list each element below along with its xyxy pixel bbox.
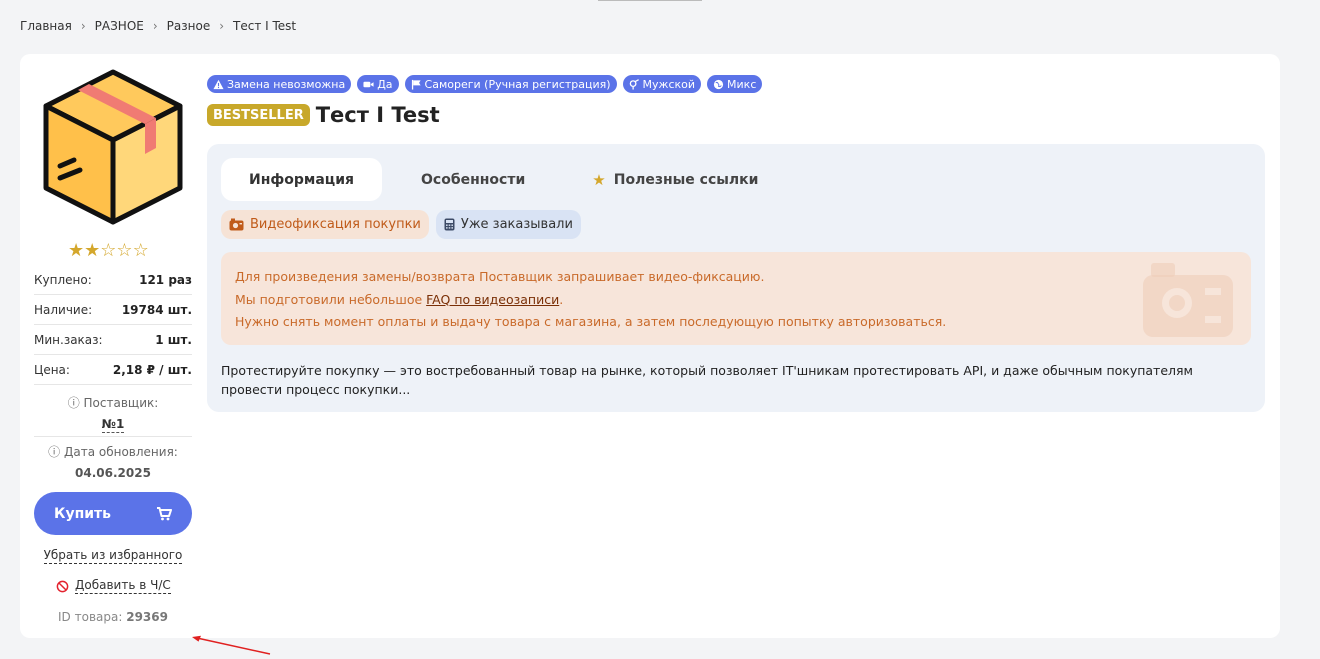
info-panel: Информация Особенности ★ Полезные ссылки…	[207, 144, 1265, 412]
ban-icon	[56, 580, 69, 592]
box-icon	[43, 69, 183, 225]
chevron-right-icon: ›	[219, 19, 225, 33]
product-title: Тест I Test	[315, 103, 440, 127]
remove-favorite-label: Убрать из избранного	[43, 548, 183, 564]
stat-label: Куплено:	[34, 272, 92, 287]
chevron-right-icon: ›	[152, 19, 158, 33]
star-filled-icon: ★	[68, 240, 85, 261]
badge-label: Мужской	[642, 77, 696, 91]
product-id-value: 29369	[126, 610, 168, 624]
badge-registration: Самореги (Ручная регистрация)	[404, 75, 617, 93]
remove-favorite-link[interactable]: Убрать из избранного	[34, 548, 192, 564]
product-description: Протестируйте покупку — это востребованн…	[221, 363, 1193, 397]
tab-label: Информация	[249, 171, 354, 188]
breadcrumb-current: Тест I Test	[233, 19, 297, 33]
badge-video: Да	[357, 75, 399, 93]
bestseller-badge: BESTSELLER	[207, 104, 310, 126]
updated-value: 04.06.2025	[75, 466, 151, 480]
star-empty-icon: ☆	[116, 240, 133, 261]
stat-bought: Куплено: 121 раз	[34, 265, 192, 295]
tab-useful-links[interactable]: ★ Полезные ссылки	[564, 158, 786, 201]
info-icon: ⓘ	[48, 445, 61, 459]
divider	[34, 436, 192, 437]
tab-label: Особенности	[421, 171, 526, 188]
add-blacklist-link[interactable]: Добавить в Ч/С	[56, 578, 171, 594]
stat-min-order: Мин.заказ: 1 шт.	[34, 325, 192, 355]
rating-stars: ★★☆☆☆	[68, 240, 149, 261]
stat-price: Цена: 2,18 ₽ / шт.	[34, 355, 192, 385]
stat-value: 19784 шт.	[121, 302, 192, 317]
calculator-icon	[444, 218, 455, 231]
chip-already-ordered[interactable]: Уже заказывали	[435, 210, 581, 239]
product-id-label: ID товара:	[58, 610, 123, 624]
stat-value: 2,18 ₽ / шт.	[112, 362, 192, 377]
badge-gender: Мужской	[622, 75, 702, 93]
supplier-block: ⓘ Поставщик: №1	[34, 394, 192, 433]
tab-features[interactable]: Особенности	[382, 158, 564, 201]
stat-label: Наличие:	[34, 302, 93, 317]
notice-line: Мы подготовили небольшое FAQ по видеозап…	[235, 291, 564, 307]
camera-icon	[229, 218, 244, 231]
star-filled-icon: ★	[84, 240, 101, 261]
badge-row: Замена невозможна Да Самореги (Ручная ре…	[207, 75, 763, 93]
star-empty-icon: ☆	[132, 240, 149, 261]
badge-label: Замена невозможна	[227, 77, 346, 91]
tab-label: Полезные ссылки	[613, 171, 759, 188]
camera-watermark-icon	[1143, 263, 1233, 337]
stat-stock: Наличие: 19784 шт.	[34, 295, 192, 325]
supplier-label: Поставщик:	[83, 396, 159, 410]
chip-video-recording[interactable]: Видеофиксация покупки	[221, 210, 429, 239]
badge-label: Да	[377, 77, 393, 91]
video-camera-icon	[363, 81, 374, 87]
top-divider	[598, 0, 702, 1]
badge-label: Микс	[727, 77, 757, 91]
chevron-right-icon: ›	[80, 19, 86, 33]
add-blacklist-label: Добавить в Ч/С	[75, 578, 171, 594]
buy-button[interactable]: Купить	[34, 492, 192, 535]
badge-geo: Микс	[707, 75, 763, 93]
star-icon: ★	[592, 170, 606, 189]
breadcrumb-home[interactable]: Главная	[20, 19, 72, 33]
annotation-arrow	[192, 635, 271, 655]
product-card: ★★☆☆☆ Куплено: 121 раз Наличие: 19784 шт…	[20, 54, 1280, 655]
gender-icon	[629, 78, 639, 90]
chip-label: Видеофиксация покупки	[250, 217, 421, 232]
product-id: ID товара: 29369	[34, 610, 192, 624]
updated-label: Дата обновления:	[63, 445, 178, 459]
stat-label: Цена:	[34, 362, 70, 377]
breadcrumb-subcategory[interactable]: Разное	[167, 19, 211, 33]
faq-video-link[interactable]: FAQ по видеозаписи	[426, 292, 559, 307]
tab-info[interactable]: Информация	[221, 158, 382, 201]
notice-line: Для произведения замены/возврата Поставщ…	[235, 269, 765, 284]
stat-value: 1 шт.	[155, 332, 192, 347]
stat-value: 121 раз	[139, 272, 192, 287]
supplier-link[interactable]: №1	[101, 417, 125, 433]
star-empty-icon: ☆	[100, 240, 117, 261]
warning-icon	[213, 79, 224, 89]
video-notice: Для произведения замены/возврата Поставщ…	[221, 252, 1251, 345]
breadcrumb: Главная › РАЗНОЕ › Разное › Тест I Test	[20, 19, 296, 33]
badge-label: Самореги (Ручная регистрация)	[424, 77, 611, 91]
globe-icon	[713, 79, 724, 89]
breadcrumb-category[interactable]: РАЗНОЕ	[95, 19, 144, 33]
notice-line: Нужно снять момент оплаты и выдачу товар…	[235, 314, 947, 329]
badge-replacement: Замена невозможна	[207, 75, 352, 93]
buy-label: Купить	[54, 505, 112, 522]
flag-icon	[411, 79, 421, 90]
title-row: BESTSELLER Тест I Test	[207, 103, 440, 127]
tab-bar: Информация Особенности ★ Полезные ссылки	[221, 158, 786, 201]
stat-label: Мин.заказ:	[34, 332, 103, 347]
cart-icon	[157, 506, 172, 520]
updated-block: ⓘ Дата обновления: 04.06.2025	[34, 443, 192, 480]
info-icon: ⓘ	[67, 396, 80, 410]
chip-label: Уже заказывали	[460, 217, 573, 232]
chip-row: Видеофиксация покупки Уже заказывали	[221, 210, 581, 239]
